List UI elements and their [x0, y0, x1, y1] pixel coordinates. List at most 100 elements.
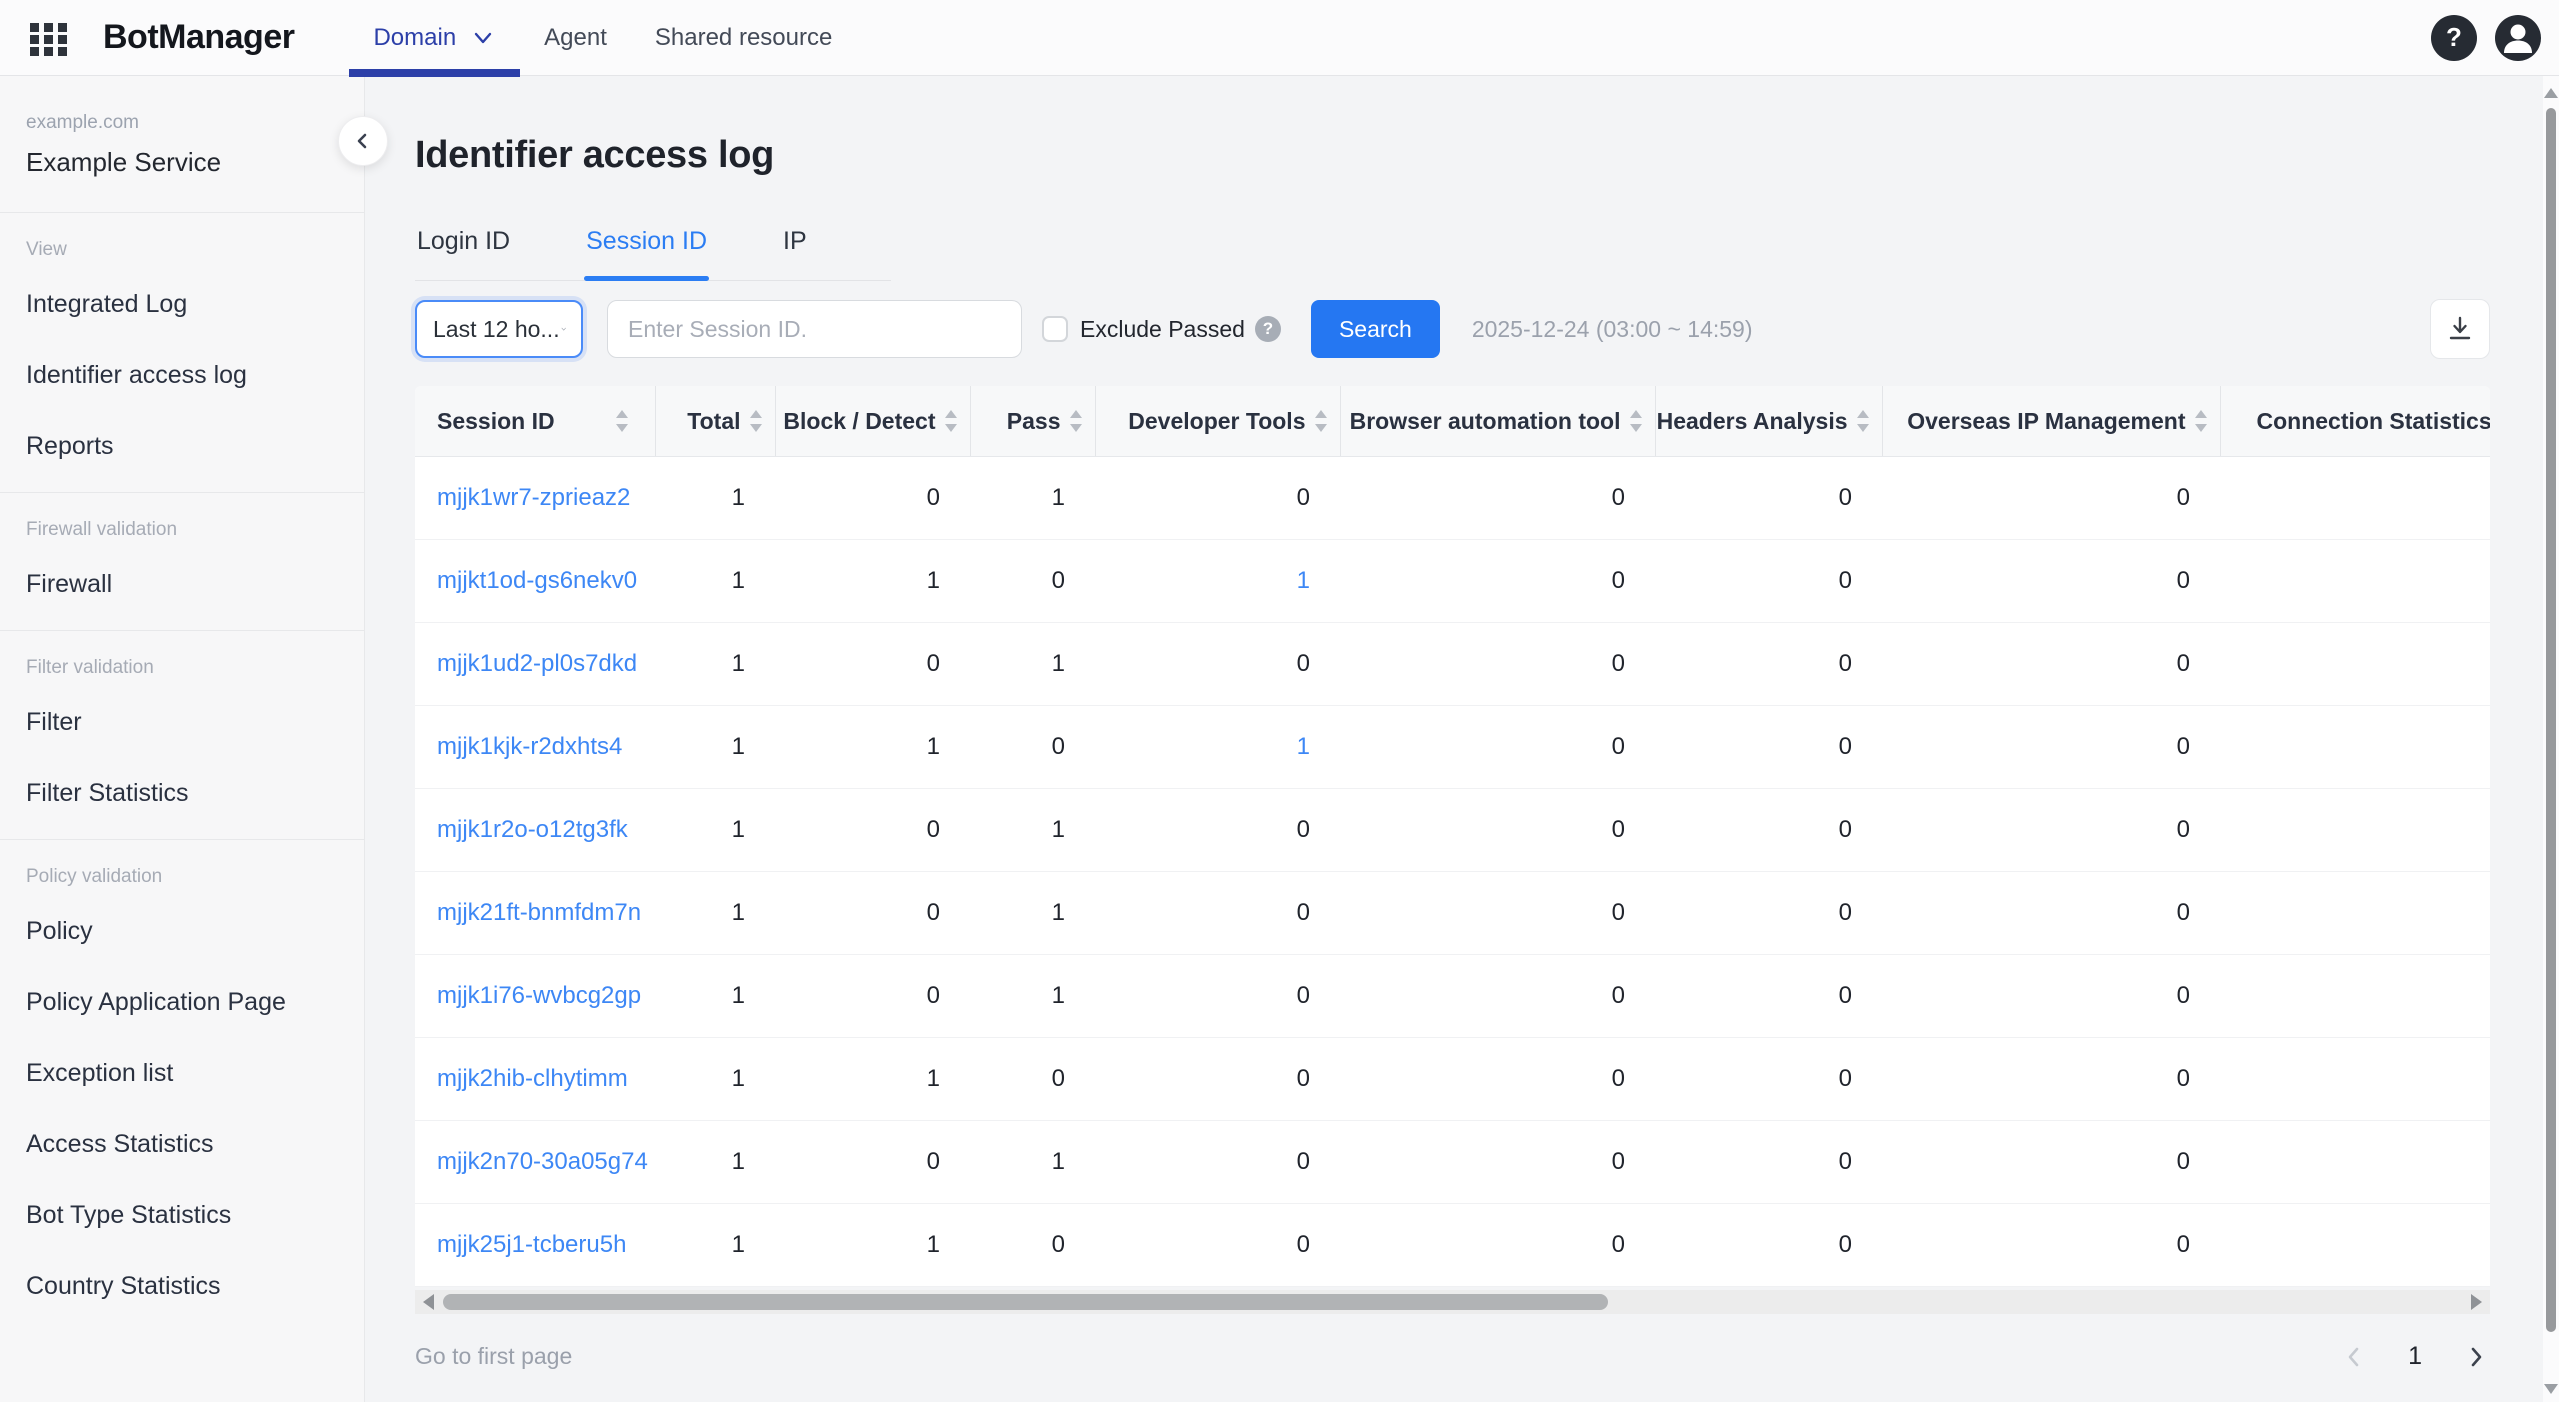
sidebar-item-access-statistics[interactable]: Access Statistics: [0, 1109, 364, 1180]
session-id-link[interactable]: mjjk1r2o-o12tg3fk: [415, 789, 655, 872]
session-id-link[interactable]: mjjk2hib-clhytimm: [415, 1038, 655, 1121]
table-cell: 0: [1095, 1038, 1340, 1121]
next-page-button[interactable]: [2462, 1343, 2490, 1371]
session-id-link[interactable]: mjjk25j1-tcberu5h: [415, 1204, 655, 1287]
column-header-session-id[interactable]: Session ID: [415, 386, 655, 457]
sort-icon[interactable]: [1069, 409, 1083, 433]
exclude-passed-label[interactable]: Exclude Passed: [1080, 316, 1245, 343]
table-cell: 1: [775, 540, 970, 623]
date-range-text: 2025-12-24 (03:00 ~ 14:59): [1472, 316, 1753, 343]
chevron-right-icon: [2462, 1343, 2490, 1371]
session-id-link[interactable]: mjjk1kjk-r2dxhts4: [415, 706, 655, 789]
help-icon[interactable]: ?: [2431, 15, 2477, 61]
scroll-up-arrow[interactable]: [2544, 88, 2558, 98]
table-cell: 0: [1882, 623, 2220, 706]
table-cell: [2220, 623, 2490, 706]
table-cell: 0: [1882, 872, 2220, 955]
session-id-link[interactable]: mjjk2n70-30a05g74: [415, 1121, 655, 1204]
column-header-browser-automation-tool[interactable]: Browser automation tool: [1340, 386, 1655, 457]
nav-item-agent[interactable]: Agent: [520, 0, 631, 76]
column-header-headers-analysis[interactable]: Headers Analysis: [1655, 386, 1882, 457]
table-cell: [2220, 955, 2490, 1038]
help-glyph: ?: [2446, 22, 2462, 53]
sort-icon[interactable]: [749, 409, 763, 433]
exclude-passed-checkbox[interactable]: [1042, 316, 1068, 342]
profile-icon[interactable]: [2495, 15, 2541, 61]
column-header-block-detect[interactable]: Block / Detect: [775, 386, 970, 457]
session-id-link[interactable]: mjjkt1od-gs6nekv0: [415, 540, 655, 623]
sort-icon[interactable]: [944, 409, 958, 433]
sidebar-item-integrated-log[interactable]: Integrated Log: [0, 269, 364, 340]
nav-item-domain[interactable]: Domain: [349, 0, 520, 76]
table-cell: 0: [1655, 789, 1882, 872]
tab-login-id[interactable]: Login ID: [415, 227, 512, 280]
sort-icon[interactable]: [1314, 409, 1328, 433]
header-cell: Pass: [971, 386, 1095, 456]
session-id-link[interactable]: mjjk1ud2-pl0s7dkd: [415, 623, 655, 706]
column-header-developer-tools[interactable]: Developer Tools: [1095, 386, 1340, 457]
exclude-passed-help-icon[interactable]: ?: [1255, 316, 1281, 342]
search-button[interactable]: Search: [1311, 300, 1440, 358]
topbar: BotManager Domain Agent Shared resource …: [0, 0, 2559, 76]
sidebar-item-policy-application-page[interactable]: Policy Application Page: [0, 967, 364, 1038]
sort-icon[interactable]: [615, 409, 629, 433]
table-cell: 1: [655, 1121, 775, 1204]
table-cell: 0: [1340, 457, 1655, 540]
table-cell[interactable]: 1: [1095, 706, 1340, 789]
sidebar-item-policy[interactable]: Policy: [0, 896, 364, 967]
table-cell: 0: [1655, 623, 1882, 706]
download-button[interactable]: [2430, 299, 2490, 359]
table-cell: 0: [1655, 706, 1882, 789]
table-cell: [2220, 1204, 2490, 1287]
session-id-input[interactable]: [607, 300, 1022, 358]
session-id-link[interactable]: mjjk1wr7-zprieaz2: [415, 457, 655, 540]
table-cell[interactable]: 1: [1095, 540, 1340, 623]
filter-bar: Last 12 ho... Exclude Passed ? Search 20…: [415, 299, 2490, 359]
table-cell: 0: [775, 872, 970, 955]
sidebar-item-exception-list[interactable]: Exception list: [0, 1038, 364, 1109]
column-header-total[interactable]: Total: [655, 386, 775, 457]
sidebar-item-filter[interactable]: Filter: [0, 687, 364, 758]
sidebar-collapse-button[interactable]: [338, 116, 388, 166]
top-nav: Domain Agent Shared resource: [349, 0, 856, 76]
scroll-left-arrow[interactable]: [423, 1294, 434, 1310]
table-row: mjjk1i76-wvbcg2gp1010000: [415, 955, 2490, 1038]
vertical-scrollbar-thumb[interactable]: [2546, 108, 2556, 1332]
sidebar-item-firewall[interactable]: Firewall: [0, 549, 364, 620]
column-header-pass[interactable]: Pass: [970, 386, 1095, 457]
tab-session-id[interactable]: Session ID: [584, 227, 709, 280]
table-cell: 1: [655, 789, 775, 872]
header-cell: Headers Analysis: [1656, 386, 1882, 456]
sidebar-section-view: View Integrated Log Identifier access lo…: [0, 213, 364, 493]
sort-icon[interactable]: [1629, 409, 1643, 433]
table-row: mjjk1wr7-zprieaz21010000: [415, 457, 2490, 540]
previous-page-button[interactable]: [2340, 1343, 2368, 1371]
table-cell: 0: [1340, 540, 1655, 623]
sort-icon[interactable]: [2194, 409, 2208, 433]
horizontal-scrollbar[interactable]: [415, 1290, 2490, 1314]
column-header-connection-statistics[interactable]: Connection Statistics A: [2220, 386, 2490, 457]
column-header-overseas-ip-management[interactable]: Overseas IP Management: [1882, 386, 2220, 457]
session-id-link[interactable]: mjjk1i76-wvbcg2gp: [415, 955, 655, 1038]
sort-icon[interactable]: [1856, 409, 1870, 433]
vertical-scrollbar[interactable]: [2543, 76, 2559, 1402]
scroll-down-arrow[interactable]: [2544, 1384, 2558, 1394]
session-id-link[interactable]: mjjk21ft-bnmfdm7n: [415, 872, 655, 955]
sidebar-item-identifier-access-log[interactable]: Identifier access log: [0, 340, 364, 411]
table-cell: 0: [775, 955, 970, 1038]
sidebar-item-bot-type-statistics[interactable]: Bot Type Statistics: [0, 1180, 364, 1251]
sidebar-item-country-statistics[interactable]: Country Statistics: [0, 1251, 364, 1322]
horizontal-scrollbar-thumb[interactable]: [443, 1294, 1608, 1310]
go-to-first-page-link[interactable]: Go to first page: [415, 1343, 572, 1370]
scroll-right-arrow[interactable]: [2471, 1294, 2482, 1310]
table-cell: 0: [1882, 457, 2220, 540]
sidebar-item-reports[interactable]: Reports: [0, 411, 364, 482]
chevron-left-icon: [2340, 1343, 2368, 1371]
period-select[interactable]: Last 12 ho...: [415, 300, 583, 358]
tab-ip[interactable]: IP: [781, 227, 809, 280]
nav-item-shared-resource[interactable]: Shared resource: [631, 0, 856, 76]
column-label: Block / Detect: [783, 408, 935, 435]
apps-grid-icon[interactable]: [25, 14, 73, 62]
sidebar-item-filter-statistics[interactable]: Filter Statistics: [0, 758, 364, 829]
current-page-number[interactable]: 1: [2408, 1342, 2422, 1371]
